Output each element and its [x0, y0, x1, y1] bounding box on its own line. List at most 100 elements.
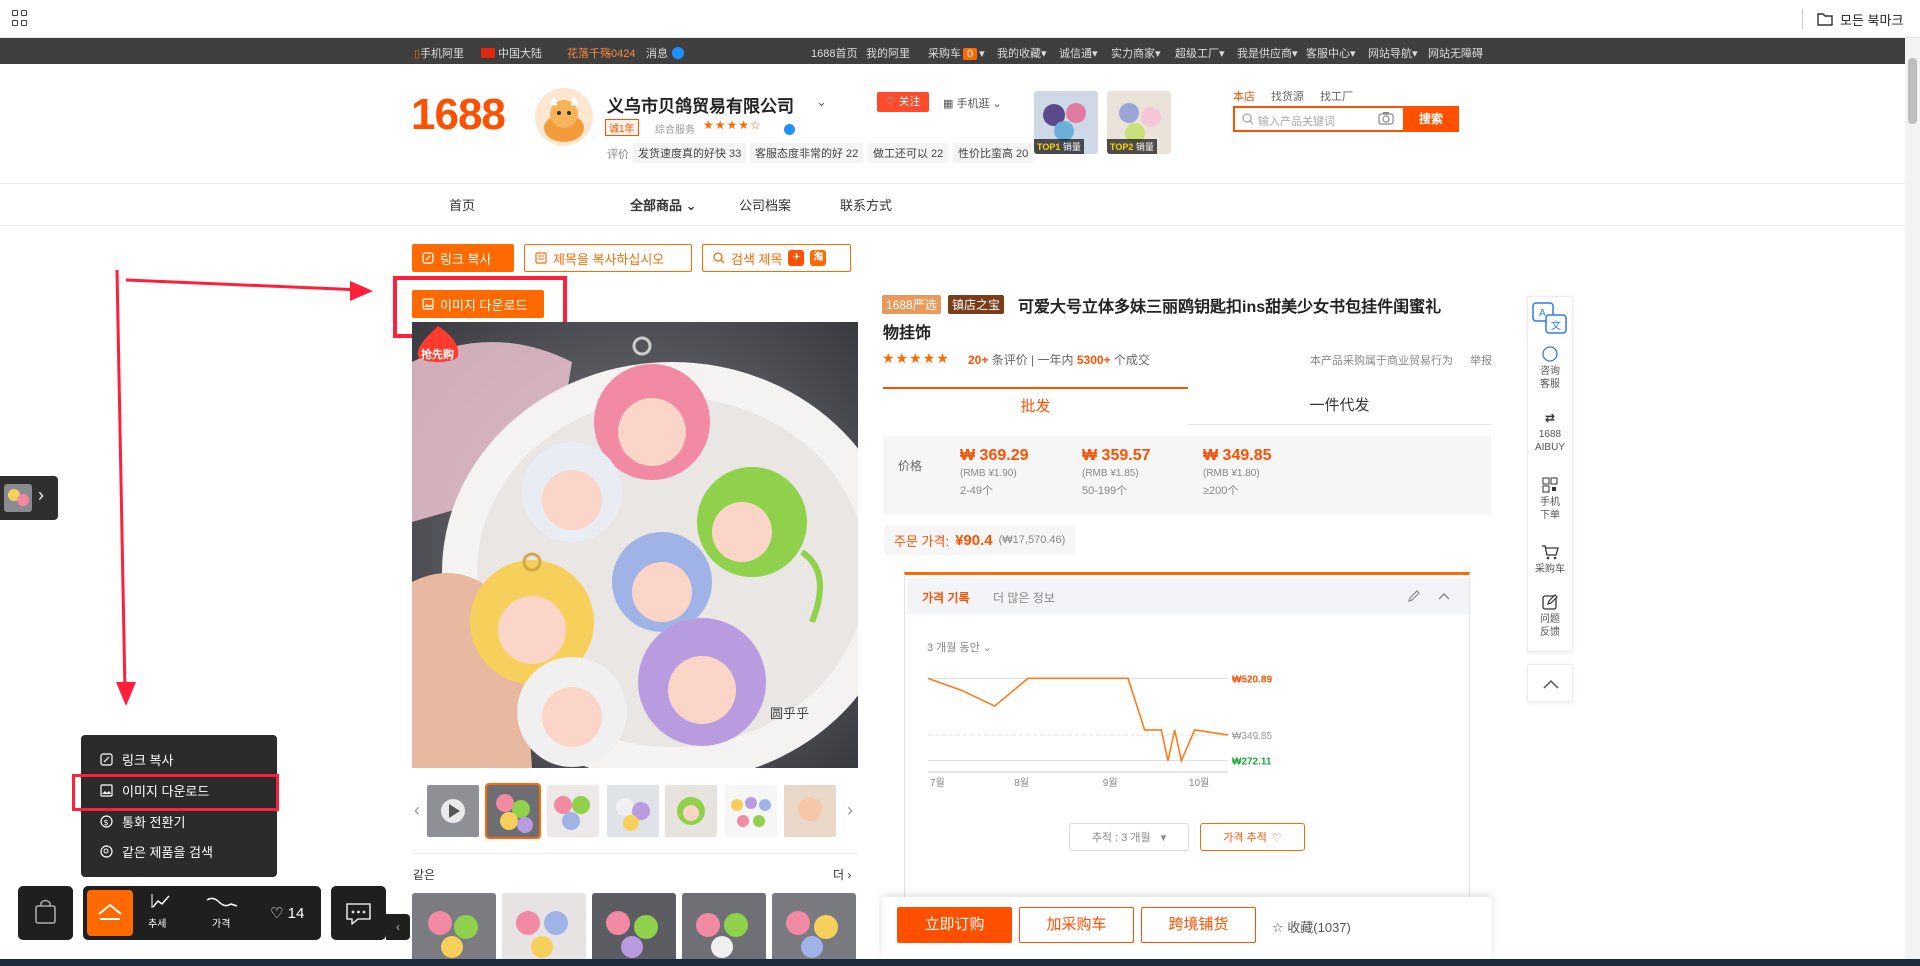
- edit-icon[interactable]: [1407, 589, 1421, 603]
- trend-label: 추세: [148, 919, 167, 930]
- track-period-select[interactable]: 추적 : 3 개월 ▾: [1069, 823, 1189, 851]
- cross-border-button[interactable]: 跨境铺货: [1141, 907, 1256, 943]
- promo-link[interactable]: 花落千殇0424: [567, 45, 635, 61]
- thumb-image[interactable]: [784, 785, 836, 837]
- product-stars: ★★★★★: [882, 350, 950, 366]
- top2-product-thumb[interactable]: TOP2 销量: [1107, 91, 1171, 154]
- cart-icon: [1542, 545, 1559, 560]
- thumb-image[interactable]: [725, 785, 777, 837]
- likes-counter[interactable]: ♡ 14: [270, 904, 304, 922]
- message-dot-icon: [672, 47, 684, 59]
- popup-search-same[interactable]: 같은 제품을 검색: [100, 842, 213, 861]
- follow-button[interactable]: ♡ 关注: [877, 92, 929, 112]
- topbar-home[interactable]: 1688首页: [811, 45, 857, 61]
- search-button[interactable]: 搜索: [1403, 106, 1459, 132]
- topbar-my-ali[interactable]: 我的阿里: [866, 45, 910, 61]
- composite-service-label: 综合服务: [655, 125, 695, 136]
- thumb-image[interactable]: [547, 785, 599, 837]
- nav-all-products[interactable]: 全部商品 ⌄: [630, 195, 697, 214]
- copy-link-button[interactable]: 링크 복사: [412, 244, 514, 272]
- shop-avatar[interactable]: [535, 88, 593, 146]
- add-cart-button[interactable]: 加采购车: [1019, 907, 1134, 943]
- thumb-image[interactable]: [607, 785, 659, 837]
- left-mini-thumb[interactable]: [4, 484, 32, 512]
- site-logo[interactable]: 1688: [411, 90, 506, 140]
- taobao-logo-icon[interactable]: 淘: [810, 250, 827, 266]
- top1-product-thumb[interactable]: TOP1 销量: [1034, 91, 1098, 154]
- thumb-prev-arrow[interactable]: ‹: [414, 800, 420, 821]
- search-tab-source[interactable]: 找货源: [1271, 88, 1304, 104]
- thumb-image[interactable]: [665, 785, 717, 837]
- similar-product[interactable]: [502, 893, 586, 966]
- scrollbar-thumb[interactable]: [1908, 58, 1917, 124]
- tool-home-button[interactable]: [87, 890, 133, 936]
- topbar-super-factory[interactable]: 超级工厂▾: [1175, 45, 1225, 61]
- product-title-cont: 物挂饰: [883, 325, 932, 342]
- nav-contact[interactable]: 联系方式: [840, 195, 892, 214]
- buy-now-button[interactable]: 立即订购: [897, 907, 1012, 943]
- topbar-strong-merchant[interactable]: 实力商家▾: [1111, 45, 1161, 61]
- search-icon: [1242, 113, 1254, 125]
- tab-wholesale[interactable]: 批发: [883, 387, 1188, 425]
- back-to-top-button[interactable]: [1527, 664, 1573, 702]
- chevron-right-icon[interactable]: ›: [38, 485, 44, 506]
- aibuy-tool[interactable]: ⇄ 1688 AIBUY: [1527, 412, 1573, 454]
- nav-company[interactable]: 公司档案: [739, 195, 791, 214]
- bookmark-divider: [1802, 9, 1803, 29]
- topbar-chengxintong[interactable]: 诚信通▾: [1059, 45, 1098, 61]
- similar-product[interactable]: [592, 893, 676, 966]
- topbar-service[interactable]: 客服中心▾: [1306, 45, 1356, 61]
- cart-tool[interactable]: 采购车: [1527, 544, 1573, 576]
- thumb-video[interactable]: [427, 785, 479, 837]
- badge-strict-select: 1688严选: [882, 295, 941, 314]
- copy-title-button[interactable]: 제목을 복사하십시오: [524, 244, 692, 272]
- messages-link[interactable]: 消息: [646, 45, 684, 61]
- similar-more-link[interactable]: 더 ›: [833, 866, 851, 883]
- tab-price-history[interactable]: 가격 기록: [922, 589, 970, 606]
- thumb-image[interactable]: [485, 783, 541, 839]
- main-product-image[interactable]: [412, 322, 858, 768]
- report-link[interactable]: 举报: [1470, 352, 1492, 368]
- translate-icon[interactable]: A文: [1532, 302, 1568, 336]
- feedback-tool[interactable]: 问题反馈: [1527, 594, 1573, 639]
- mobile-shop-link[interactable]: ▦ 手机逛 ⌄: [943, 95, 1002, 111]
- topbar-site-nav[interactable]: 网站导航▾: [1368, 45, 1418, 61]
- track-price-button[interactable]: 가격 추적 ♡: [1200, 823, 1305, 851]
- topbar-supplier[interactable]: 我是供应商▾: [1237, 45, 1298, 61]
- similar-product[interactable]: [412, 893, 496, 966]
- collapse-toolbar-button[interactable]: ‹: [386, 914, 410, 940]
- search-title-button[interactable]: 검색 제목 ✈ 淘: [702, 244, 851, 272]
- similar-product[interactable]: [772, 893, 856, 966]
- range-selector[interactable]: 3 개월 동안 ⌄: [927, 639, 992, 655]
- camera-icon[interactable]: [1378, 111, 1394, 125]
- similar-product[interactable]: [682, 893, 766, 966]
- popup-copy-link[interactable]: 링크 복사: [100, 750, 173, 769]
- chevron-down-icon[interactable]: ⌄: [816, 94, 827, 110]
- ali-logo-icon[interactable]: ✈: [788, 250, 805, 266]
- chat-button[interactable]: [331, 886, 386, 940]
- shop-name[interactable]: 义乌市贝鸽贸易有限公司: [607, 92, 794, 117]
- search-tab-shop[interactable]: 本店: [1233, 88, 1255, 104]
- trend-chart-icon[interactable]: [151, 893, 171, 909]
- apps-grid-icon[interactable]: [12, 10, 28, 26]
- thumb-next-arrow[interactable]: ›: [847, 800, 853, 821]
- nav-home[interactable]: 首页: [449, 195, 475, 214]
- page-scrollbar[interactable]: [1905, 38, 1920, 966]
- region-selector[interactable]: 中国大陆: [481, 45, 542, 61]
- consult-service[interactable]: 咨询客服: [1527, 346, 1573, 391]
- mobile-order[interactable]: 手机下单: [1527, 477, 1573, 522]
- mobile-ali-link[interactable]: ▯手机阿里: [414, 45, 464, 61]
- topbar-accessibility[interactable]: 网站无障碍: [1428, 45, 1483, 61]
- popup-currency[interactable]: $ 통화 전환기: [100, 812, 185, 831]
- topbar-favorites[interactable]: 我的收藏▾: [997, 45, 1047, 61]
- search-tab-factory[interactable]: 找工厂: [1320, 88, 1353, 104]
- tab-dropship[interactable]: 一件代发: [1188, 387, 1491, 425]
- bag-button[interactable]: [18, 886, 73, 940]
- all-bookmarks-button[interactable]: 모든 북마크: [1817, 9, 1903, 29]
- collect-button[interactable]: ☆ 收藏(1037): [1272, 917, 1351, 936]
- tab-more-info[interactable]: 더 많은 정보: [993, 589, 1055, 606]
- chevron-up-icon[interactable]: [1437, 589, 1451, 603]
- review-summary[interactable]: 20+ 条评价 | 一年内 5300+ 个成交: [968, 351, 1150, 368]
- topbar-cart[interactable]: 采购车 0 ▾: [928, 45, 985, 61]
- price-wave-icon[interactable]: [205, 896, 239, 910]
